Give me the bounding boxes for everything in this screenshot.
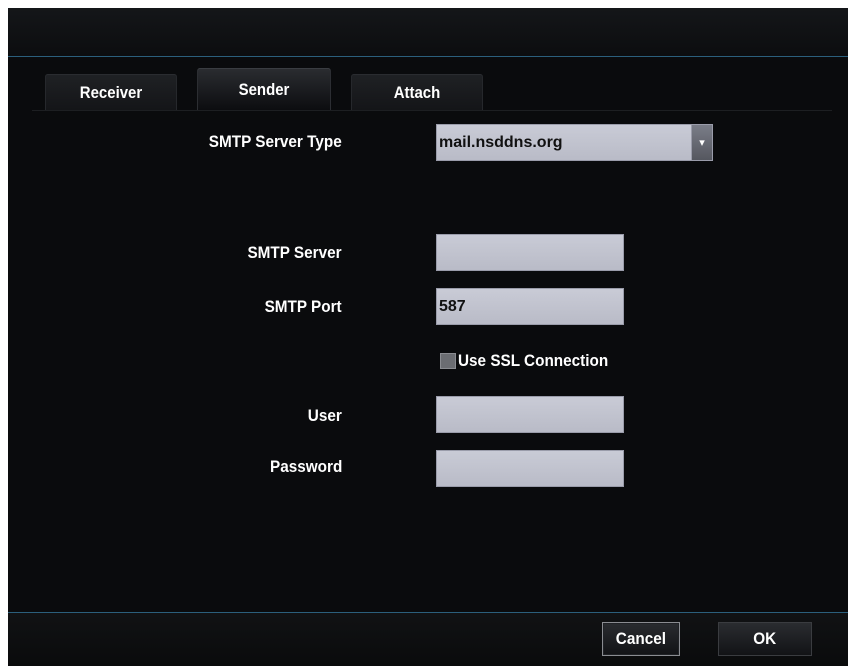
smtp-port-input[interactable]: 587 — [436, 288, 624, 325]
password-label: Password — [269, 457, 342, 476]
smtp-port-label: SMTP Port — [264, 297, 342, 316]
tab-receiver[interactable]: Receiver — [45, 74, 177, 110]
ssl-checkbox-label[interactable]: Use SSL Connection — [458, 351, 608, 371]
tab-bar: Receiver Sender Attach — [8, 68, 848, 110]
user-input[interactable] — [436, 396, 624, 433]
title-bar — [8, 8, 848, 57]
smtp-server-input[interactable] — [436, 234, 624, 271]
smtp-server-type-select[interactable]: mail.nsddns.org — [436, 124, 692, 161]
cancel-button-label: Cancel — [615, 629, 667, 648]
email-settings-window: Receiver Sender Attach SMTP Server Type … — [8, 8, 848, 666]
ok-button[interactable]: OK — [718, 622, 812, 656]
tab-divider — [32, 110, 832, 111]
chevron-down-icon[interactable]: ▾ — [691, 124, 713, 161]
tab-attach[interactable]: Attach — [351, 74, 483, 110]
cancel-button[interactable]: Cancel — [602, 622, 680, 656]
user-label: User — [307, 406, 342, 425]
ssl-checkbox[interactable] — [440, 353, 456, 369]
smtp-server-label: SMTP Server — [247, 243, 342, 262]
tab-sender[interactable]: Sender — [197, 68, 331, 110]
smtp-server-type-value: mail.nsddns.org — [439, 133, 563, 151]
smtp-server-type-label: SMTP Server Type — [209, 132, 342, 151]
ok-button-label: OK — [753, 629, 777, 648]
password-input[interactable] — [436, 450, 624, 487]
